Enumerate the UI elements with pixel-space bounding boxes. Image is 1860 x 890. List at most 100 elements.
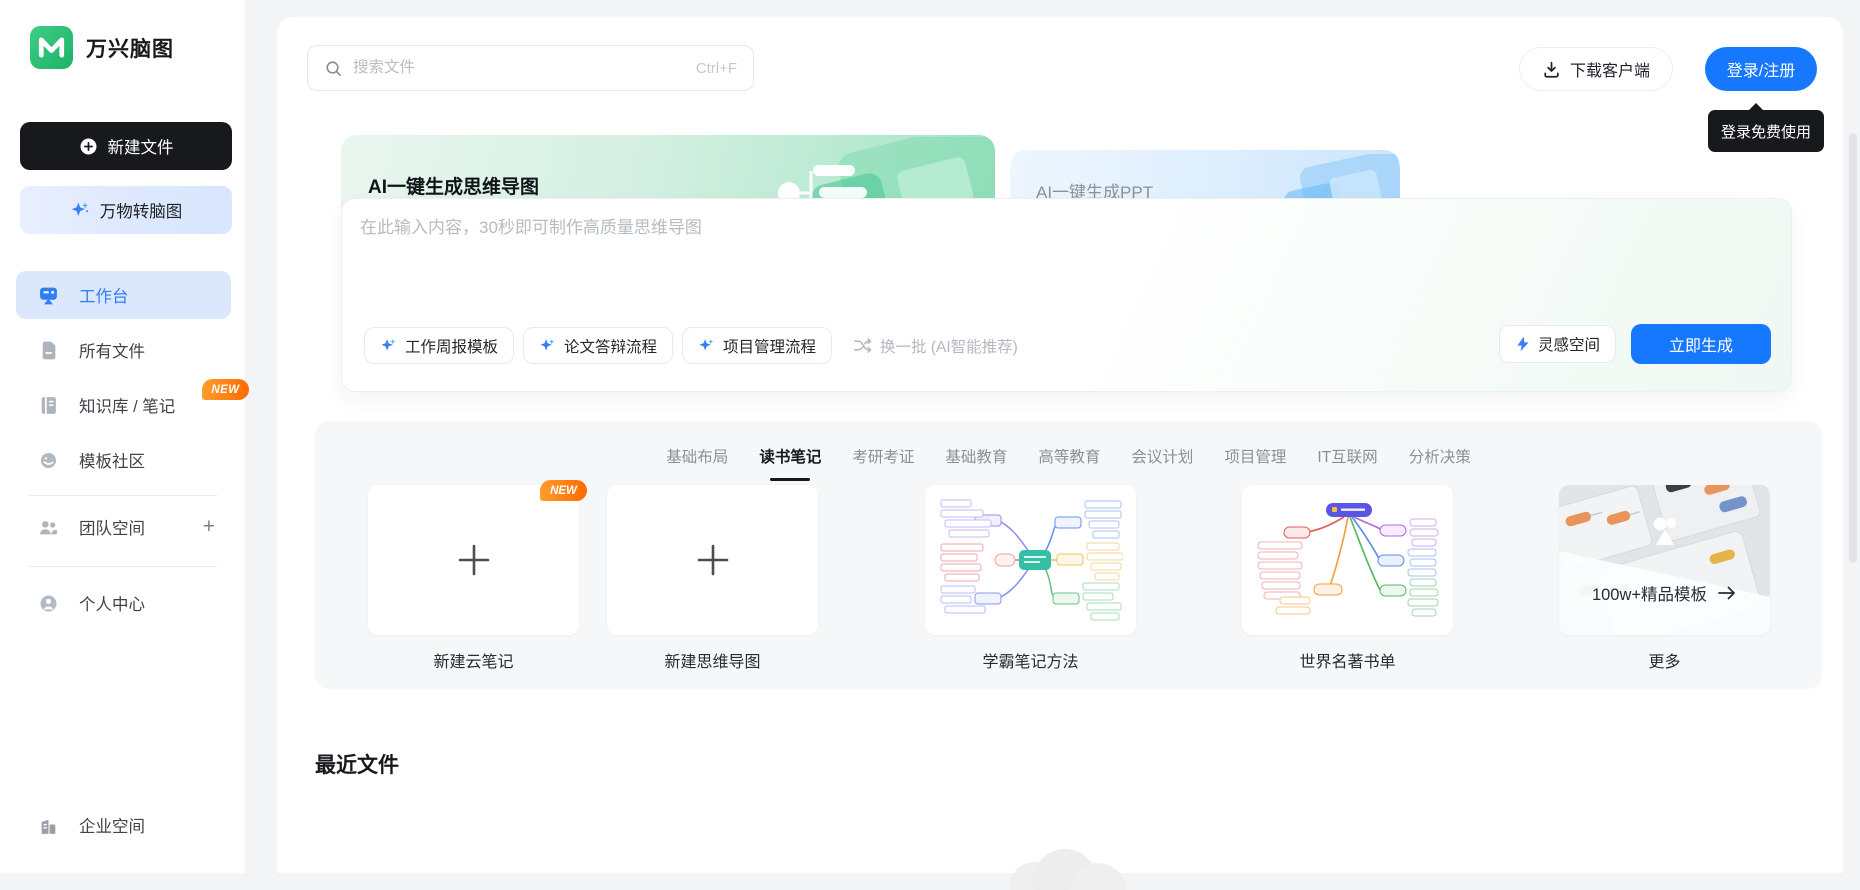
search-box: Ctrl+F — [307, 45, 754, 91]
ai-content-input[interactable] — [360, 213, 1410, 313]
sparkle-icon — [540, 339, 555, 351]
cloud-icon — [1009, 849, 1126, 890]
new-badge: NEW — [540, 480, 587, 501]
tab-it-internet[interactable]: IT互联网 — [1317, 445, 1377, 473]
prompt-chip-row: 工作周报模板 论文答辩流程 项目管理流程 换一批 (AI智能推荐) — [364, 327, 1018, 364]
inspiration-space-label: 灵感空间 — [1537, 337, 1600, 354]
recent-files-title: 最近文件 — [315, 754, 399, 777]
tab-basic-layout[interactable]: 基础布局 — [666, 445, 728, 473]
download-client-label: 下载客户端 — [1570, 63, 1651, 80]
new-badge: NEW — [202, 379, 249, 400]
ai-panel-actions: 灵感空间 立即生成 — [1498, 324, 1771, 364]
card-label: 新建思维导图 — [664, 654, 761, 671]
new-cloud-note-card[interactable]: NEW — [368, 480, 587, 635]
edrawmind-watermark-icon — [1653, 517, 1676, 545]
sidebar: 万兴脑图 新建文件 万物转脑图 工作台 所有文件 知识库 / 笔记 模板社区 团… — [0, 0, 249, 873]
app-logo[interactable]: 万兴脑图 — [30, 26, 174, 69]
search-icon — [326, 60, 341, 76]
sidebar-item-all-files[interactable]: 所有文件 — [16, 326, 231, 374]
login-register-button[interactable]: 登录/注册 — [1705, 47, 1817, 91]
card-label: 更多 — [1648, 654, 1681, 671]
sidebar-item-knowledge[interactable]: 知识库 / 笔记 — [16, 381, 231, 429]
ai-convert-button[interactable]: 万物转脑图 — [20, 186, 232, 234]
tab-reading-notes[interactable]: 读书笔记 — [759, 445, 821, 473]
prompt-chip-label: 论文答辩流程 — [564, 338, 658, 356]
card-new-cloud-note: NEW 新建云笔记 — [368, 480, 587, 672]
user-icon — [40, 595, 57, 611]
notebook-icon — [41, 396, 56, 414]
sidebar-item-enterprise-space[interactable]: 企业空间 — [16, 801, 231, 849]
more-templates-card[interactable]: 100w+精品模板 — [1559, 485, 1770, 635]
search-shortcut: Ctrl+F — [695, 59, 737, 77]
workbench-icon — [40, 287, 57, 304]
plus-circle-icon — [80, 138, 96, 154]
generate-now-label: 立即生成 — [1668, 338, 1733, 355]
plus-icon — [697, 544, 728, 576]
templates-panel: 基础布局 读书笔记 考研考证 基础教育 高等教育 会议计划 项目管理 IT互联网… — [315, 421, 1822, 689]
arrow-right-icon — [1718, 586, 1735, 600]
edrawmind-logo-icon — [30, 26, 73, 69]
template-tab-row: 基础布局 读书笔记 考研考证 基础教育 高等教育 会议计划 项目管理 IT互联网… — [315, 445, 1822, 473]
template-collage-background — [1559, 485, 1770, 635]
team-icon — [40, 520, 57, 534]
new-file-button[interactable]: 新建文件 — [20, 122, 232, 170]
shuffle-prompts-button[interactable]: 换一批 (AI智能推荐) — [853, 335, 1018, 357]
tab-basic-education[interactable]: 基础教育 — [945, 445, 1007, 473]
generate-now-button[interactable]: 立即生成 — [1631, 324, 1771, 364]
card-label: 新建云笔记 — [433, 654, 514, 671]
sidebar-item-label: 模板社区 — [79, 453, 145, 471]
prompt-chip-weekly-report[interactable]: 工作周报模板 — [364, 327, 515, 364]
ai-mindmap-banner-title: AI一键生成思维导图 — [368, 177, 540, 198]
tab-higher-education[interactable]: 高等教育 — [1038, 445, 1100, 473]
download-client-button[interactable]: 下载客户端 — [1519, 47, 1674, 91]
tab-project-management[interactable]: 项目管理 — [1224, 445, 1286, 473]
sidebar-item-personal-center[interactable]: 个人中心 — [16, 579, 231, 627]
login-tooltip: 登录免费使用 — [1708, 103, 1824, 152]
prompt-chip-project-management[interactable]: 项目管理流程 — [682, 327, 833, 364]
sidebar-item-label: 所有文件 — [79, 343, 145, 361]
sidebar-item-label: 企业空间 — [79, 818, 145, 836]
card-more-templates: 100w+精品模板 更多 — [1559, 485, 1770, 672]
login-register-label: 登录/注册 — [1726, 63, 1796, 80]
building-icon — [41, 819, 56, 834]
mindmap-thumbnail — [938, 498, 1123, 622]
ai-convert-label: 万物转脑图 — [99, 203, 183, 221]
card-new-mindmap: 新建思维导图 — [607, 485, 818, 672]
plus-icon — [458, 544, 489, 576]
template-study-notes-card[interactable] — [925, 485, 1136, 635]
more-templates-count: 100w+精品模板 — [1591, 586, 1708, 604]
sparkle-icon — [699, 339, 714, 351]
card-template-study-notes: 学霸笔记方法 — [925, 485, 1136, 672]
more-templates-overlay: 100w+精品模板 — [1559, 581, 1770, 605]
prompt-chip-thesis-defense[interactable]: 论文答辩流程 — [523, 327, 674, 364]
template-book-list-card[interactable] — [1242, 485, 1453, 635]
tab-postgraduate-exam[interactable]: 考研考证 — [852, 445, 914, 473]
shuffle-icon — [853, 338, 872, 353]
sidebar-item-label: 工作台 — [79, 288, 129, 306]
ai-input-panel: 工作周报模板 论文答辩流程 项目管理流程 — [341, 198, 1792, 392]
search-input[interactable] — [353, 59, 686, 77]
planet-icon — [40, 452, 57, 468]
tab-analysis-decision[interactable]: 分析决策 — [1409, 445, 1471, 473]
prompt-chip-label: 工作周报模板 — [405, 338, 499, 356]
sidebar-divider — [28, 495, 217, 496]
sidebar-item-template-community[interactable]: 模板社区 — [16, 436, 231, 484]
shuffle-prompts-label: 换一批 (AI智能推荐) — [880, 338, 1018, 356]
inspiration-space-button[interactable]: 灵感空间 — [1498, 325, 1616, 363]
sidebar-item-team-space[interactable]: 团队空间 + — [16, 503, 231, 551]
sidebar-item-label: 知识库 / 笔记 — [79, 398, 176, 416]
sidebar-divider — [28, 566, 217, 567]
card-template-book-list: 世界名著书单 — [1242, 485, 1453, 672]
tab-meeting-plan[interactable]: 会议计划 — [1131, 445, 1193, 473]
app-title: 万兴脑图 — [86, 37, 174, 61]
sparkle-icon — [381, 339, 396, 351]
sidebar-item-workbench[interactable]: 工作台 — [16, 271, 231, 319]
add-team-button[interactable]: + — [203, 515, 215, 539]
new-mindmap-card[interactable] — [607, 485, 818, 635]
sparkle-icon — [71, 202, 88, 216]
sidebar-item-label: 个人中心 — [79, 596, 145, 614]
card-label: 世界名著书单 — [1299, 654, 1396, 671]
document-icon — [42, 341, 56, 359]
vertical-scrollbar[interactable] — [1849, 133, 1857, 563]
prompt-chip-label: 项目管理流程 — [723, 338, 817, 356]
